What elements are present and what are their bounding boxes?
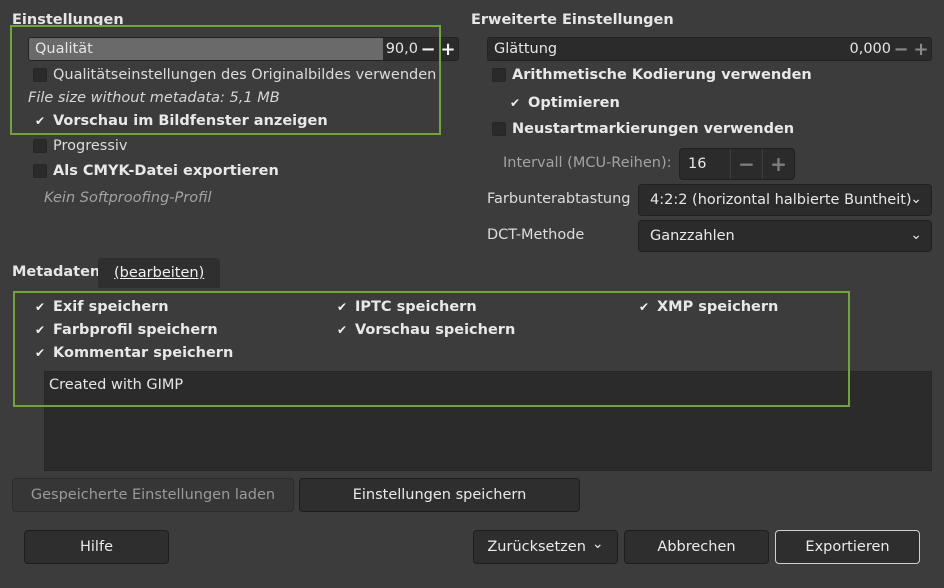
chevron-down-icon: ⌄	[591, 536, 604, 552]
cancel-button[interactable]: Abbrechen	[624, 530, 769, 564]
save-thumbnail-label: Vorschau speichern	[355, 322, 516, 338]
save-comment-checkbox[interactable]: ✔ Kommentar speichern	[33, 345, 233, 361]
file-size-info: File size without metadata: 5,1 MB	[28, 90, 280, 106]
use-original-quality-label: Qualitätseinstellungen des Originalbilde…	[53, 67, 437, 83]
save-settings-label: Einstellungen speichern	[352, 487, 527, 503]
check-icon: ✔	[33, 300, 47, 314]
save-exif-label: Exif speichern	[53, 299, 169, 315]
subsampling-value: 4:2:2 (horizontal halbierte Buntheit)	[650, 192, 912, 208]
arithmetic-coding-checkbox[interactable]: Arithmetische Kodierung verwenden	[492, 67, 812, 83]
dct-label: DCT-Methode	[487, 227, 585, 243]
load-settings-label: Gespeicherte Einstellungen laden	[30, 487, 276, 503]
interval-value[interactable]: 16	[680, 149, 730, 179]
check-icon: ✔	[335, 323, 349, 337]
cmyk-export-checkbox[interactable]: Als CMYK-Datei exportieren	[33, 163, 279, 179]
quality-decrease-button[interactable]: −	[418, 38, 438, 60]
minus-icon: −	[420, 38, 436, 60]
chevron-down-icon: ⌄	[910, 191, 922, 207]
plus-icon: +	[770, 152, 787, 176]
check-icon: ✔	[33, 323, 47, 337]
checkbox-box	[492, 68, 506, 82]
save-exif-checkbox[interactable]: ✔ Exif speichern	[33, 299, 169, 315]
dct-value: Ganzzahlen	[650, 228, 735, 244]
use-original-quality-checkbox[interactable]: Qualitätseinstellungen des Originalbilde…	[33, 67, 436, 83]
cancel-label: Abbrechen	[657, 539, 736, 555]
checkbox-box	[33, 164, 47, 178]
interval-label: Intervall (MCU-Reihen):	[503, 155, 672, 171]
restart-markers-checkbox[interactable]: Neustartmarkierungen verwenden	[492, 121, 794, 137]
interval-spinbutton[interactable]: 16 − +	[679, 148, 795, 180]
reset-label: Zurücksetzen	[487, 539, 586, 555]
progressive-label: Progressiv	[53, 138, 128, 154]
check-icon: ✔	[33, 114, 47, 128]
minus-icon: −	[893, 38, 909, 60]
progressive-checkbox[interactable]: Progressiv	[33, 138, 128, 154]
comment-text: Created with GIMP	[49, 377, 184, 393]
export-button[interactable]: Exportieren	[775, 530, 920, 564]
check-icon: ✔	[335, 300, 349, 314]
restart-markers-label: Neustartmarkierungen verwenden	[512, 121, 795, 137]
metadata-edit-button[interactable]: (bearbeiten)	[98, 258, 221, 288]
softproof-profile-label: Kein Softproofing-Profil	[44, 190, 212, 206]
optimize-checkbox[interactable]: ✔ Optimieren	[508, 95, 620, 111]
advanced-title: Erweiterte Einstellungen	[471, 12, 674, 28]
save-thumbnail-checkbox[interactable]: ✔ Vorschau speichern	[335, 322, 515, 338]
help-button[interactable]: Hilfe	[24, 530, 169, 564]
check-icon: ✔	[33, 346, 47, 360]
quality-label: Qualität	[35, 41, 93, 57]
smoothing-spinscale[interactable]: Glättung 0,000 − +	[487, 37, 932, 61]
check-icon: ✔	[508, 96, 522, 110]
checkbox-box	[33, 139, 47, 153]
smoothing-label: Glättung	[494, 41, 558, 57]
settings-title: Einstellungen	[12, 12, 124, 28]
subsampling-label: Farbunterabtastung	[487, 191, 631, 207]
checkbox-box	[33, 68, 47, 82]
load-settings-button[interactable]: Gespeicherte Einstellungen laden	[12, 478, 294, 512]
preview-in-window-checkbox[interactable]: ✔ Vorschau im Bildfenster anzeigen	[33, 113, 328, 129]
plus-icon: +	[913, 38, 929, 60]
check-icon: ✔	[637, 300, 651, 314]
save-color-profile-checkbox[interactable]: ✔ Farbprofil speichern	[33, 322, 218, 338]
save-xmp-label: XMP speichern	[657, 299, 779, 315]
save-comment-label: Kommentar speichern	[53, 345, 234, 361]
comment-textarea[interactable]: Created with GIMP	[44, 371, 932, 471]
interval-decrease-button[interactable]: −	[730, 149, 762, 179]
quality-value: 90,0	[385, 41, 418, 57]
help-label: Hilfe	[80, 539, 113, 555]
minus-icon: −	[738, 152, 755, 176]
reset-button[interactable]: Zurücksetzen ⌄	[473, 530, 618, 564]
interval-increase-button[interactable]: +	[762, 149, 794, 179]
quality-spinscale[interactable]: Qualität 90,0 − +	[28, 37, 459, 61]
quality-increase-button[interactable]: +	[438, 38, 458, 60]
optimize-label: Optimieren	[528, 95, 620, 111]
save-iptc-checkbox[interactable]: ✔ IPTC speichern	[335, 299, 477, 315]
subsampling-combo[interactable]: 4:2:2 (horizontal halbierte Buntheit) ⌄	[638, 184, 932, 216]
smoothing-value: 0,000	[849, 41, 891, 57]
dct-combo[interactable]: Ganzzahlen ⌄	[638, 220, 932, 252]
preview-in-window-label: Vorschau im Bildfenster anzeigen	[53, 113, 328, 129]
save-xmp-checkbox[interactable]: ✔ XMP speichern	[637, 299, 778, 315]
arithmetic-coding-label: Arithmetische Kodierung verwenden	[512, 67, 812, 83]
smoothing-increase-button[interactable]: +	[911, 38, 931, 60]
save-color-profile-label: Farbprofil speichern	[53, 322, 218, 338]
cmyk-export-label: Als CMYK-Datei exportieren	[53, 163, 279, 179]
metadata-edit-label: (bearbeiten)	[114, 265, 205, 281]
metadata-title: Metadaten	[12, 264, 101, 280]
chevron-down-icon: ⌄	[910, 227, 922, 243]
save-settings-button[interactable]: Einstellungen speichern	[299, 478, 580, 512]
smoothing-decrease-button[interactable]: −	[891, 38, 911, 60]
plus-icon: +	[440, 38, 456, 60]
save-iptc-label: IPTC speichern	[355, 299, 477, 315]
checkbox-box	[492, 122, 506, 136]
export-label: Exportieren	[805, 539, 890, 555]
